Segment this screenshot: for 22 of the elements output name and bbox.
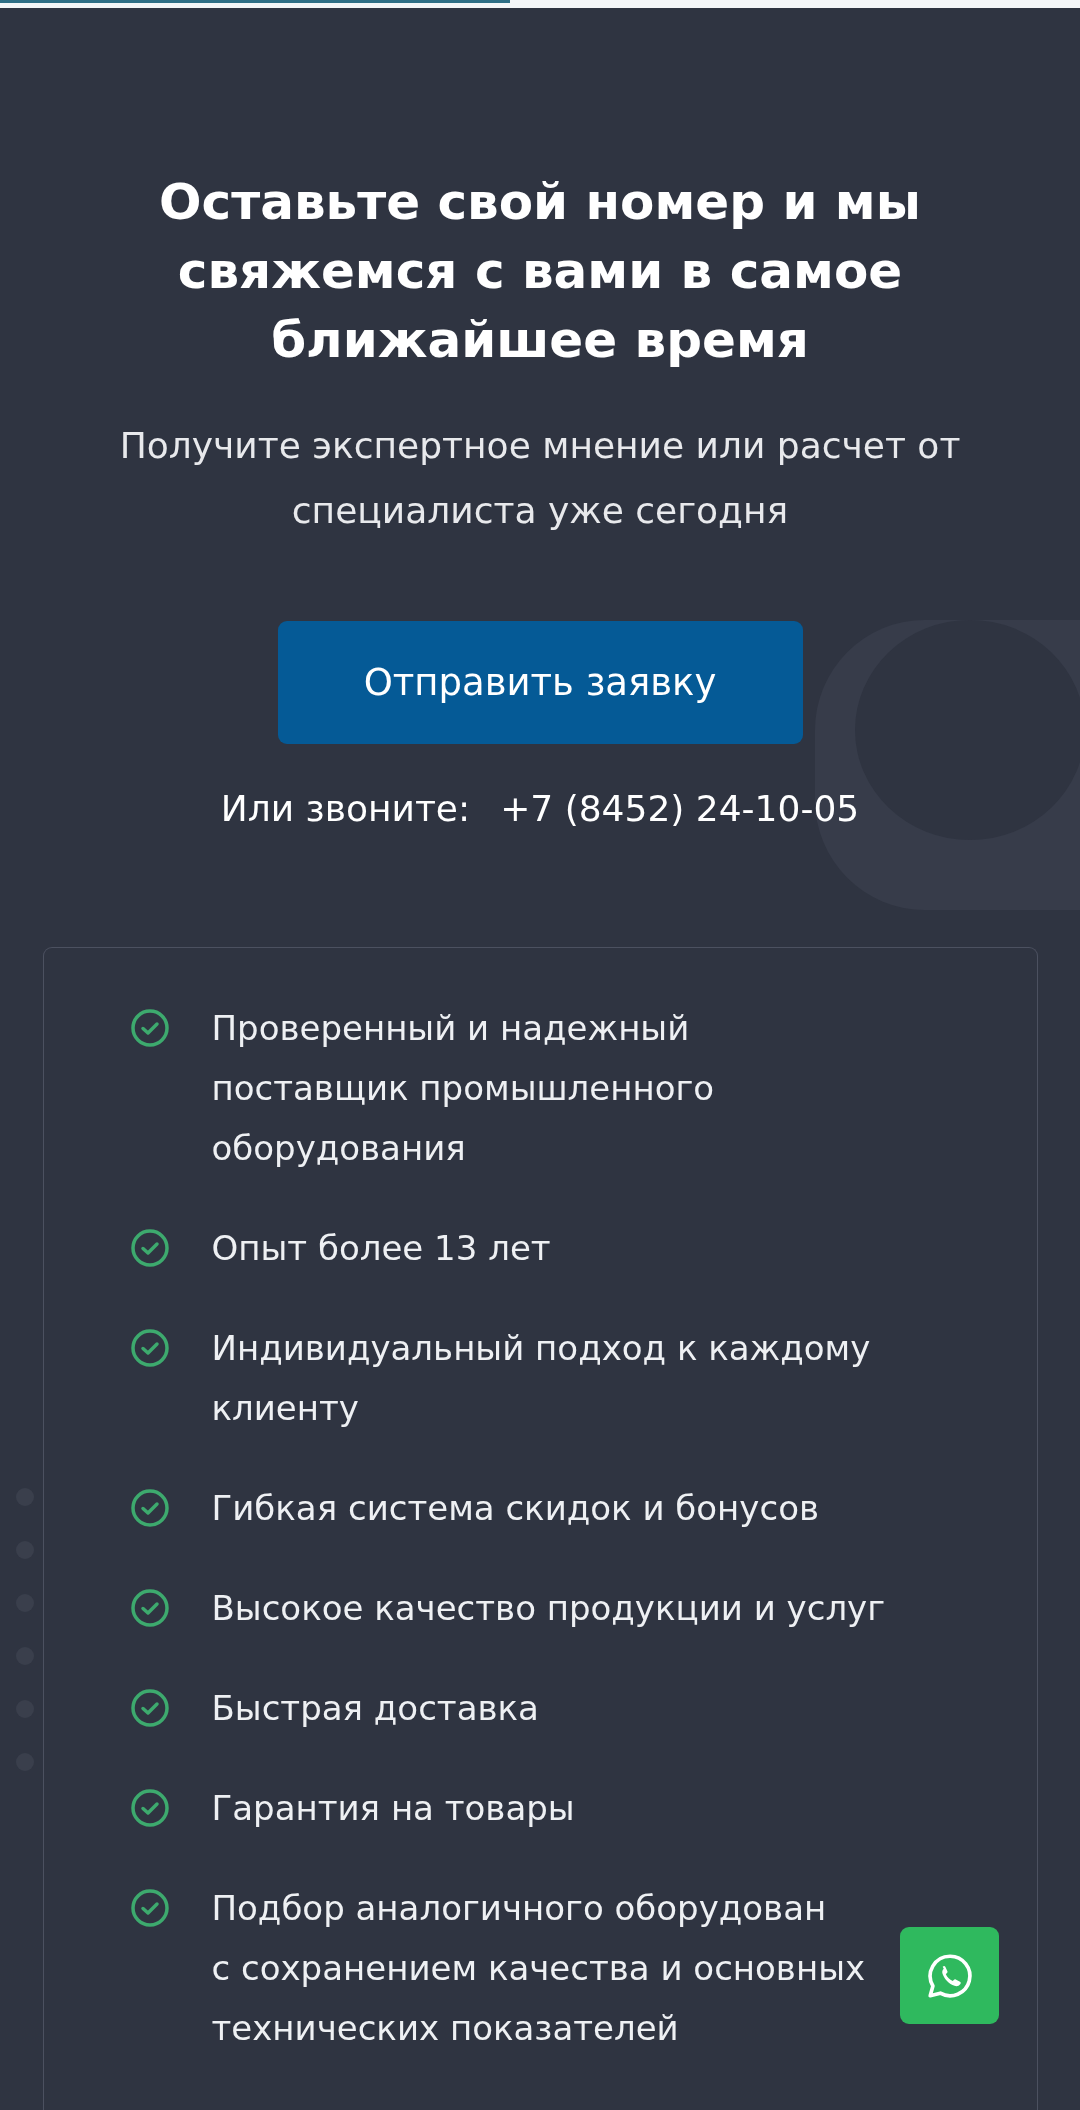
call-label: Или звоните: (220, 788, 471, 829)
benefit-text: Гибкая система скидок и бонусов (211, 1487, 819, 1530)
benefit-text: Индивидуальный подход к каждому клиенту (211, 1327, 871, 1430)
benefit-text: Быстрая доставка (211, 1687, 539, 1730)
benefit-text: Высокое качество продукции и услуг (211, 1587, 886, 1630)
check-icon (129, 1328, 170, 1368)
check-icon (129, 1588, 170, 1628)
benefit-text: Гарантия на товары (211, 1787, 575, 1830)
submit-button[interactable]: Отправить заявку (277, 621, 803, 744)
phone-link[interactable]: +7 (8452) 24-10-05 (500, 788, 860, 829)
check-icon (129, 1888, 170, 1928)
benefit-text: Подбор аналогичного оборудован с сохранением качества и основных технических показателей (211, 1887, 866, 2050)
check-icon (129, 1228, 170, 1268)
heading: Оставьте свой номер и мы свяжемся с вами в самое ближайшее время (158, 172, 922, 371)
check-icon (129, 1008, 170, 1048)
check-icon (129, 1488, 170, 1528)
check-icon (129, 1688, 170, 1728)
check-icon (129, 1788, 170, 1828)
whatsapp-button[interactable] (900, 1927, 999, 2024)
benefit-text: Проверенный и надежный поставщик промышленного оборудования (211, 1007, 715, 1170)
benefit-text: Опыт более 13 лет (211, 1227, 551, 1270)
subtitle: Получите экспертное мнение или расчет от специалиста уже сегодня (118, 424, 962, 533)
